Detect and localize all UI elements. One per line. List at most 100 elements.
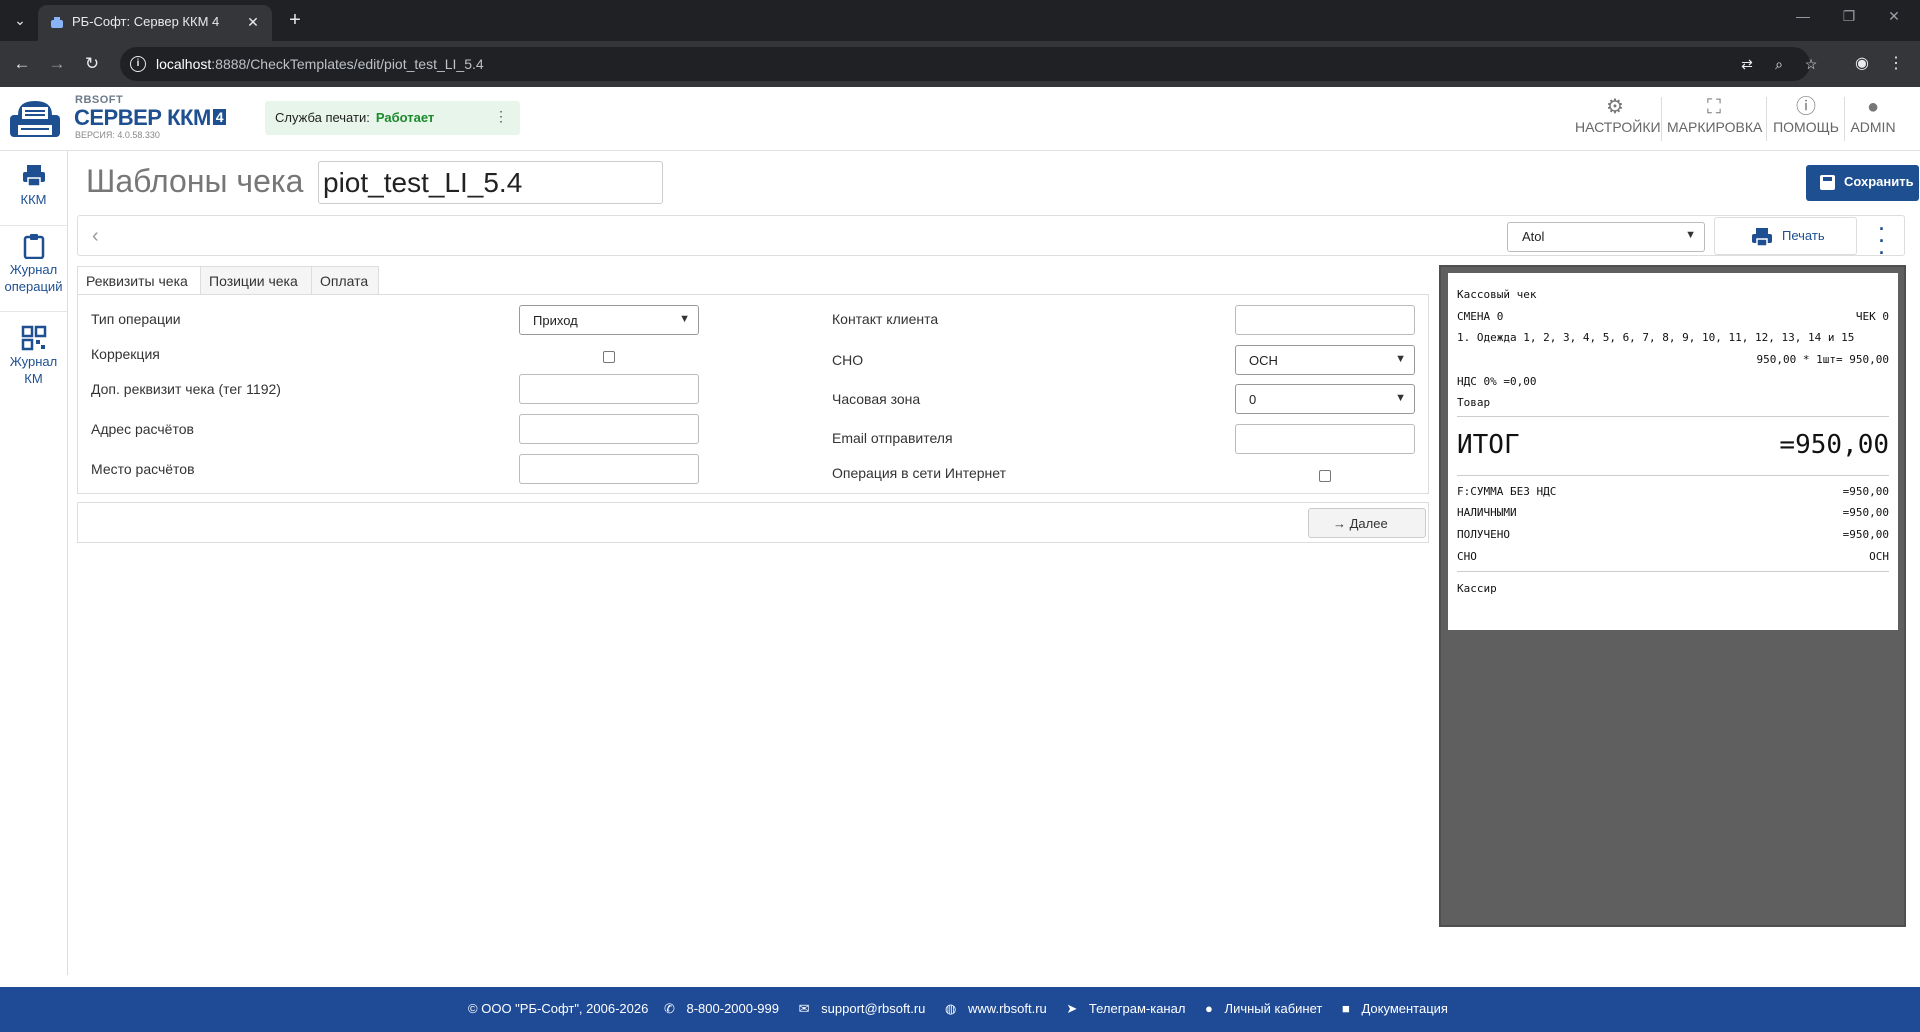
sidebar-item-km-journal[interactable]: Журнал КМ (0, 325, 67, 387)
back-arrow-icon[interactable]: ← (10, 52, 34, 76)
restore-icon[interactable]: ❐ (1837, 8, 1861, 25)
tz-label: Часовая зона (832, 391, 921, 407)
close-window-icon[interactable]: ✕ (1882, 8, 1906, 25)
client-contact-label: Контакт клиента (832, 311, 939, 327)
extra-req-input[interactable] (519, 374, 699, 404)
scan-icon: ⛶ (1707, 96, 1721, 118)
sidebar-item-ops-journal[interactable]: Журнал операций (0, 233, 67, 295)
sender-email-input[interactable] (1235, 424, 1415, 454)
internet-checkbox[interactable] (1319, 470, 1331, 482)
chevron-down-icon: ▼ (679, 313, 690, 325)
globe-icon: ◍ (945, 1001, 957, 1016)
user-icon: ● (1205, 1001, 1213, 1016)
help-button[interactable]: ⓘ ПОМОЩЬ (1772, 95, 1840, 145)
receipt-divider (1457, 475, 1889, 476)
site-info-icon[interactable]: i (130, 56, 146, 72)
app-version: ВЕРСИЯ: 4.0.58.330 (75, 130, 160, 140)
printer-select[interactable]: Atol ▼ (1507, 222, 1705, 252)
more-options-icon[interactable]: · · · (1874, 220, 1890, 262)
tz-select[interactable]: 0 ▼ (1235, 384, 1415, 414)
footer-telegram-link[interactable]: ➤ Телеграм-канал (1062, 1001, 1189, 1016)
translate-icon[interactable]: ⇄ (1737, 54, 1757, 74)
receipt-vat: НДС 0% =0,00 (1457, 375, 1537, 388)
reload-icon[interactable]: ↻ (80, 52, 104, 76)
footer-email-link[interactable]: ✉ support@rbsoft.ru (795, 1001, 930, 1016)
receipt-divider (1457, 571, 1889, 572)
sno-label: СНО (832, 352, 864, 368)
tab-search-button[interactable]: ⌄ (8, 8, 32, 32)
sender-email-label: Email отправителя (832, 430, 953, 446)
tab-receipt-details[interactable]: Реквизиты чека (77, 266, 201, 295)
receipt-cashier: Кассир (1457, 582, 1497, 595)
chevron-down-icon: ▼ (1685, 229, 1696, 241)
template-name-input[interactable] (318, 161, 663, 204)
printer-icon (1752, 228, 1772, 247)
extra-req-label: Доп. реквизит чека (тег 1192) (91, 381, 281, 397)
help-icon: ⓘ (1796, 96, 1816, 118)
settings-button[interactable]: ⚙ НАСТРОЙКИ (1575, 95, 1661, 145)
op-type-label: Тип операции (91, 311, 181, 327)
op-type-select[interactable]: Приход ▼ (519, 305, 699, 335)
chevron-left-icon[interactable]: ‹ (92, 225, 99, 248)
receipt-sno-row: СНО ОСН (1457, 550, 1889, 563)
browser-menu-icon[interactable]: ⋮ (1883, 51, 1909, 77)
sidebar-item-kkm[interactable]: ККМ (0, 163, 67, 208)
address-bar[interactable]: i localhost:8888/CheckTemplates/edit/pio… (120, 47, 1817, 81)
admin-button[interactable]: ● ADMIN (1849, 95, 1897, 145)
footer-phone[interactable]: ✆ 8-800-2000-999 (660, 1001, 783, 1016)
form-actions: → Далее (77, 502, 1429, 543)
bookmark-star-icon[interactable]: ☆ (1801, 54, 1821, 74)
address-input[interactable] (519, 414, 699, 444)
minimize-icon[interactable]: — (1791, 8, 1815, 24)
address-label: Адрес расчётов (91, 421, 194, 437)
arrow-right-icon: → (1333, 516, 1346, 531)
correction-label: Коррекция (91, 346, 160, 362)
place-input[interactable] (519, 454, 699, 484)
footer-cabinet-link[interactable]: ● Личный кабинет (1201, 1001, 1326, 1016)
print-service-state: Работает (375, 110, 435, 125)
receipt-sum-row: F:СУММА БЕЗ НДС =950,00 (1457, 485, 1889, 498)
app-footer: © ООО "РБ-Софт", 2006-2026 ✆ 8-800-2000-… (0, 987, 1920, 1032)
print-service-menu-icon[interactable]: ⋮ (494, 108, 508, 125)
profile-icon[interactable]: ◉ (1849, 51, 1875, 77)
form-panel: Тип операции Приход ▼ Коррекция Доп. рекв… (77, 294, 1429, 494)
url-text[interactable]: localhost:8888/CheckTemplates/edit/piot_… (156, 56, 484, 72)
sidebar-divider (0, 311, 67, 312)
receipt-received-row: ПОЛУЧЕНО =950,00 (1457, 528, 1889, 541)
clipboard-icon (23, 234, 44, 259)
logo-product: СЕРВЕР ККМ 4 (74, 105, 227, 131)
browser-tab[interactable]: РБ-Софт: Сервер ККМ 4 ✕ (38, 5, 272, 41)
sidebar-divider (0, 225, 67, 226)
user-icon: ● (1866, 96, 1880, 118)
chevron-down-icon: ▼ (1395, 353, 1406, 365)
close-tab-icon[interactable]: ✕ (244, 13, 262, 31)
print-service-status: Служба печати: Работает ⋮ (265, 101, 520, 135)
client-contact-input[interactable] (1235, 305, 1415, 335)
forward-arrow-icon[interactable]: → (45, 52, 69, 76)
receipt-total-row: ИТОГ =950,00 (1457, 430, 1889, 460)
receipt-goods: Товар (1457, 396, 1491, 409)
sno-select[interactable]: ОСН ▼ (1235, 345, 1415, 375)
next-button[interactable]: → Далее (1308, 508, 1426, 538)
logo[interactable]: RBSOFT СЕРВЕР ККМ 4 ВЕРСИЯ: 4.0.58.330 (8, 93, 264, 145)
print-service-label: Служба печати: (275, 110, 370, 125)
footer-site-link[interactable]: ◍ www.rbsoft.ru (941, 1001, 1051, 1016)
receipt-item-price: 950,00 * 1шт= 950,00 (1756, 353, 1889, 366)
envelope-icon: ✉ (798, 1001, 810, 1016)
receipt-title: Кассовый чек (1457, 288, 1537, 301)
save-button[interactable]: Сохранить (1806, 165, 1919, 201)
new-tab-icon[interactable]: + (283, 8, 307, 32)
footer-docs-link[interactable]: ■ Документация (1338, 1001, 1452, 1016)
header-divider (1766, 97, 1767, 141)
tab-receipt-items[interactable]: Позиции чека (200, 266, 312, 295)
zoom-icon[interactable]: ⌕ (1769, 54, 1789, 74)
app-header: RBSOFT СЕРВЕР ККМ 4 ВЕРСИЯ: 4.0.58.330 Сл… (0, 87, 1920, 151)
chevron-down-icon: ▼ (1395, 392, 1406, 404)
marking-button[interactable]: ⛶ МАРКИРОВКА (1667, 95, 1762, 145)
print-button[interactable]: Печать (1714, 217, 1857, 255)
browser-tab-bar: ⌄ РБ-Софт: Сервер ККМ 4 ✕ + — ❐ ✕ (0, 0, 1920, 41)
tab-payment[interactable]: Оплата (311, 266, 379, 295)
book-icon: ■ (1341, 1001, 1350, 1016)
receipt-divider (1457, 416, 1889, 417)
correction-checkbox[interactable] (603, 351, 615, 363)
